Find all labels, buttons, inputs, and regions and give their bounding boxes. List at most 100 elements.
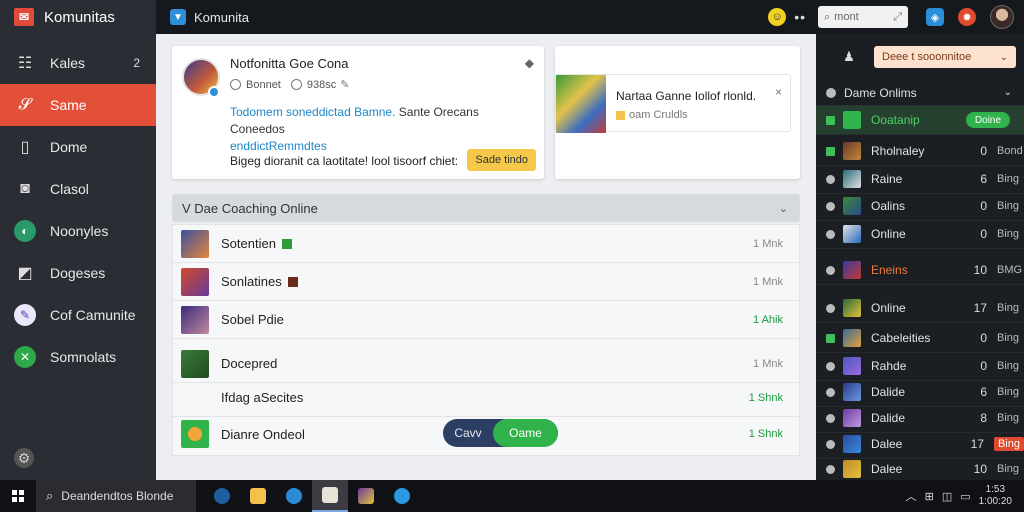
friend-row[interactable]: Raine 6 Bing <box>816 165 1024 194</box>
section-icon <box>826 87 836 98</box>
globe-icon: ◐ <box>14 220 36 242</box>
search-input-text: mont <box>834 11 859 23</box>
notification-card: Notfonitta Goe Cona ◆ Bonnet 938sc ✎ Tod… <box>172 46 544 179</box>
list-item-status: 1 Mnk <box>753 357 783 370</box>
status-dot-icon <box>826 229 835 239</box>
status-dot-icon <box>826 303 835 313</box>
promo-banner[interactable]: Nartaa Ganne Iollof rlonld. oam Cruldls … <box>555 74 791 133</box>
friend-count: 10 <box>973 462 987 476</box>
friend-row[interactable]: Dalide 8 Bing <box>816 404 1024 433</box>
friend-row[interactable]: Online 17 Bing <box>816 294 1024 323</box>
chat-app-icon <box>394 488 410 504</box>
sidebar-item-dome[interactable]: ▯ Dome <box>0 126 156 168</box>
tray-chevron-icon[interactable]: ︿ <box>906 488 917 504</box>
taskbar-app-1[interactable] <box>204 480 240 512</box>
friend-row[interactable]: Cabeleities 0 Bing <box>816 324 1024 353</box>
sidebar-item-cof-camunite[interactable]: ✎ Cof Camunite <box>0 294 156 336</box>
friend-status-text: Bing <box>993 437 1024 451</box>
friend-row[interactable]: Rahde 0 Bing <box>816 352 1024 381</box>
status-dot-icon <box>826 174 835 184</box>
friend-row[interactable]: Online 0 Bing <box>816 220 1024 249</box>
close-icon[interactable]: × <box>775 85 782 99</box>
tray-battery-icon[interactable]: ▭ <box>960 490 970 503</box>
toggle-option-a[interactable]: Cavv <box>443 419 493 447</box>
taskbar-search[interactable]: ⌕ Deandendtos Blonde <box>36 480 196 512</box>
friend-row[interactable]: Dalide 6 Bing <box>816 378 1024 407</box>
start-button[interactable] <box>0 480 36 512</box>
taskbar-app-active[interactable] <box>312 480 348 512</box>
more-options-icon[interactable]: •• <box>794 9 806 25</box>
friend-count: 0 <box>980 144 987 158</box>
shield-icon[interactable]: ◈ <box>926 8 944 26</box>
notification-icon[interactable]: ✹ <box>958 8 976 26</box>
taskbar-clock[interactable]: 1:53 1:00:20 <box>979 484 1012 508</box>
list-item-thumbnail <box>181 420 209 448</box>
toggle-option-b[interactable]: Oame <box>493 419 558 447</box>
taskbar-app-chat[interactable] <box>384 480 420 512</box>
tray-network-icon[interactable]: ⊞ <box>925 490 934 503</box>
friend-status-text: Bing <box>997 360 1020 372</box>
online-section-header[interactable]: Dame Onlims ⌄ <box>816 80 1024 106</box>
sidebar-item-noonyles[interactable]: ◐ Noonyles <box>0 210 156 252</box>
status-dot-icon <box>826 387 835 397</box>
notification-title: Notfonitta Goe Cona <box>230 56 349 71</box>
list-item-status: 1 Mnk <box>753 237 783 250</box>
edit-icon[interactable]: ✎ <box>340 78 349 91</box>
taskbar-app-explorer[interactable] <box>240 480 276 512</box>
sidebar-item-kales[interactable]: ☷ Kales 2 <box>0 42 156 84</box>
sidebar-item-same[interactable]: 𝓢 Same <box>0 84 156 126</box>
friend-count: 10 <box>973 263 987 277</box>
list-header[interactable]: V Dae Coaching Online ⌄ <box>172 194 800 222</box>
taskbar-app-edge[interactable] <box>276 480 312 512</box>
settings-gear-icon[interactable]: ⚙ <box>14 448 34 468</box>
app-brand[interactable]: ✉ Komunitas <box>0 0 156 34</box>
view-toggle[interactable]: Cavv Oame <box>443 419 558 447</box>
friend-avatar <box>843 225 861 243</box>
list-item[interactable]: Docepred 1 Mnk <box>173 345 799 383</box>
online-button[interactable]: Doine <box>966 112 1010 128</box>
taskbar-app-game[interactable] <box>348 480 384 512</box>
list-item-name: Dianre Ondeol <box>221 426 305 442</box>
friend-row[interactable]: Eneins 10 BMG <box>816 256 1024 285</box>
list-item[interactable]: Sonlatines 1 Mnk <box>173 263 799 301</box>
friend-avatar <box>843 435 861 453</box>
app-title: Komunitas <box>44 8 115 26</box>
status-dropdown[interactable]: Deee t sooonnitoe ⌄ <box>874 46 1016 68</box>
list-item-thumbnail <box>181 349 209 378</box>
friend-count: 17 <box>973 301 987 315</box>
friend-name: Rahde <box>871 359 907 373</box>
friend-row[interactable]: Ooatanip Doine <box>816 106 1024 135</box>
friend-row[interactable]: Oalins 0 Bing <box>816 192 1024 221</box>
friend-row[interactable]: Rholnaley 0 Bond <box>816 137 1024 166</box>
tray-volume-icon[interactable]: ◫ <box>942 490 952 503</box>
list-item[interactable]: Sotentien 1 Mnk <box>173 225 799 263</box>
search-input[interactable]: ⌕ mont ⤢ <box>818 6 908 28</box>
sidebar-item-somnolats[interactable]: ✕ Somnolats <box>0 336 156 378</box>
friend-status-text: Bing <box>997 463 1020 475</box>
list-item[interactable]: Sobel Pdie 1 Ahik <box>173 301 799 339</box>
chevron-down-icon: ⌄ <box>778 202 788 215</box>
list-item-name: Sonlatines <box>221 274 282 289</box>
notification-action-button[interactable]: Sade tindo <box>467 149 536 171</box>
clock-time: 1:53 <box>985 484 1006 495</box>
notification-menu-icon[interactable]: ◆ <box>525 56 534 70</box>
friend-count: 17 <box>970 437 984 451</box>
user-avatar[interactable] <box>990 5 1014 29</box>
friend-count: 6 <box>980 385 987 399</box>
friend-count: 0 <box>980 227 987 241</box>
friend-avatar <box>843 383 861 401</box>
notification-link[interactable]: Todomem soneddictad Bamne. <box>230 105 395 119</box>
sidebar-item-clasol[interactable]: ◙ Clasol <box>0 168 156 210</box>
emoji-icon[interactable]: ☺ <box>768 8 787 26</box>
document-tab[interactable]: ▼ Komunita <box>170 0 249 34</box>
list-item[interactable]: Ifdag aSecites 1 Shnk <box>173 379 799 417</box>
notification-body: Todomem soneddictad Bamne. Sante Orecans… <box>230 104 530 155</box>
notification-link-2[interactable]: enddictRemmdtes <box>230 139 327 153</box>
sidebar-item-dogeses[interactable]: ◩ Dogeses <box>0 252 156 294</box>
shop-icon: ◩ <box>17 265 33 282</box>
people-icon[interactable]: ♟ <box>840 48 858 66</box>
promo-tag-icon <box>616 110 625 120</box>
promo-subtitle-row: oam Cruldls <box>616 109 688 121</box>
sidebar-item-label: Cof Camunite <box>50 307 136 323</box>
sidebar: ☷ Kales 2 𝓢 Same ▯ Dome ◙ Clasol ◐ Noony… <box>0 34 156 480</box>
